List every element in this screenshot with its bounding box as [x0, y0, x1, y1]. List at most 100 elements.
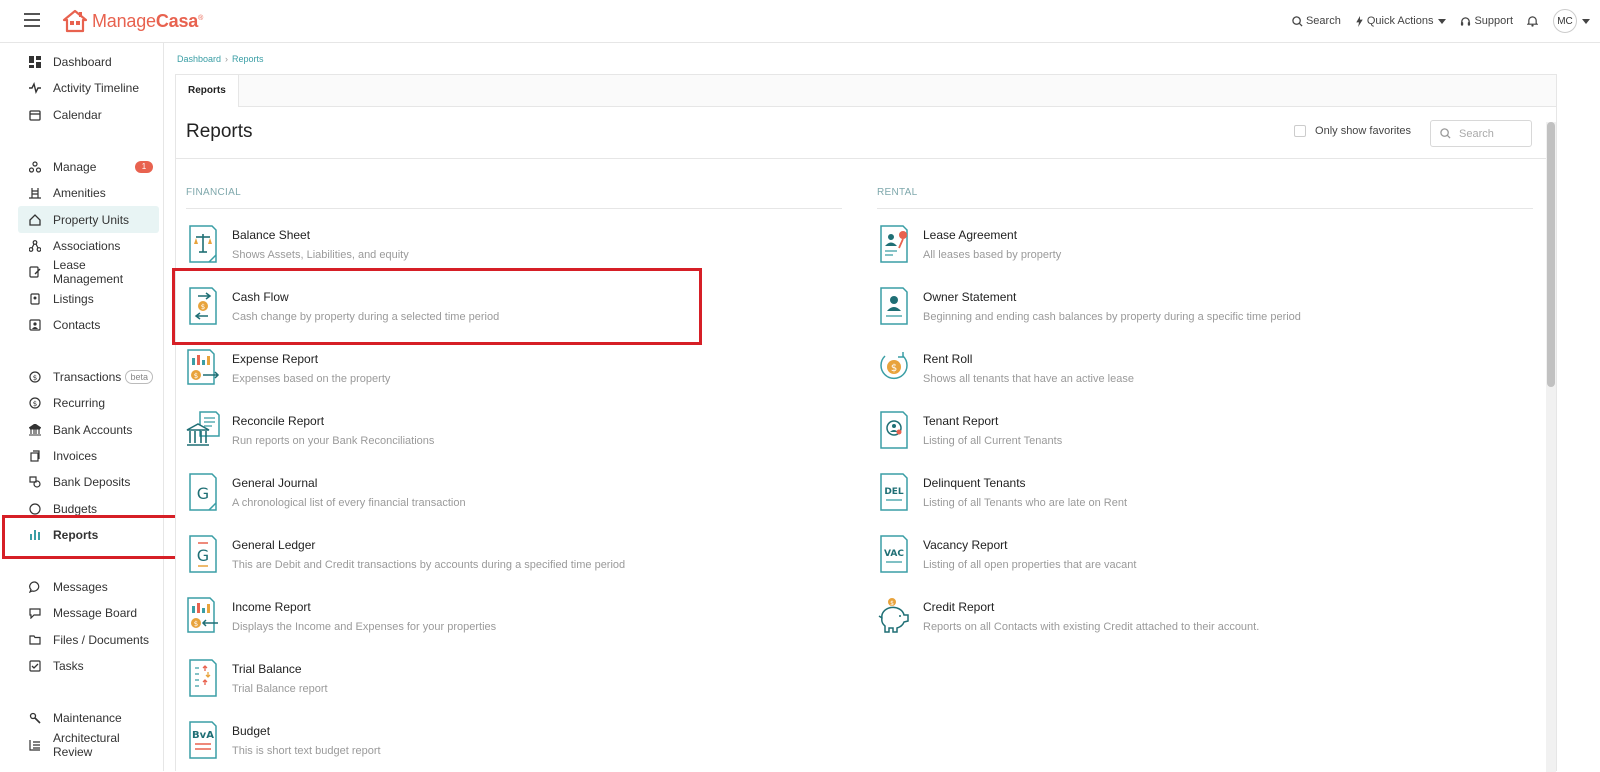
support-link[interactable]: Support [1460, 15, 1513, 27]
tasks-icon [29, 660, 41, 672]
search-icon [1292, 15, 1303, 27]
report-rent-roll[interactable]: $ Rent Roll Shows all tenants that have a… [877, 348, 1134, 398]
calendar-icon [29, 109, 41, 121]
report-title: Income Report [232, 600, 311, 614]
sidebar-item-architectural-review[interactable]: Architectural Review [18, 731, 159, 759]
tab-reports[interactable]: Reports [176, 75, 239, 107]
report-tenant-report[interactable]: Tenant Report Listing of all Current Tena… [877, 410, 1062, 460]
report-trial-balance[interactable]: Trial Balance Trial Balance report [186, 658, 328, 708]
logo[interactable]: ManageCasa® [62, 8, 203, 34]
scrollbar[interactable] [1546, 122, 1556, 772]
sidebar-item-property-units[interactable]: Property Units [18, 206, 159, 233]
report-delinquent-tenants[interactable]: DEL Delinquent Tenants Listing of all Ten… [877, 472, 1127, 522]
report-general-journal[interactable]: G General Journal A chronological list of… [186, 472, 466, 522]
breadcrumb: Dashboard › Reports [177, 54, 264, 64]
report-description: A chronological list of every financial … [232, 497, 466, 509]
income-report-icon: $ [187, 597, 218, 633]
report-title: Expense Report [232, 352, 319, 366]
report-title: Reconcile Report [232, 414, 325, 428]
report-title: Credit Report [923, 600, 995, 614]
sidebar: Dashboard Activity Timeline Calendar Man… [14, 43, 164, 771]
sidebar-item-dashboard[interactable]: Dashboard [18, 49, 159, 75]
sidebar-item-activity-timeline[interactable]: Activity Timeline [18, 75, 159, 101]
scrollbar-thumb[interactable] [1547, 122, 1555, 387]
trial-balance-icon [189, 659, 217, 697]
sidebar-item-manage[interactable]: Manage 1 [18, 154, 159, 180]
brand-name: ManageCasa® [92, 10, 204, 31]
sidebar-item-messages[interactable]: Messages [18, 574, 159, 600]
report-description: Listing of all open properties that are … [923, 559, 1137, 571]
report-lease-agreement[interactable]: Lease Agreement All leases based by prope… [877, 224, 1061, 274]
sidebar-item-files-documents[interactable]: Files / Documents [18, 627, 159, 653]
sidebar-item-amenities[interactable]: Amenities [18, 180, 159, 206]
sidebar-item-message-board[interactable]: Message Board [18, 600, 159, 626]
breadcrumb-dashboard-link[interactable]: Dashboard [177, 54, 221, 64]
report-balance-sheet[interactable]: Balance Sheet Shows Assets, Liabilities, … [186, 224, 409, 274]
sidebar-item-listings[interactable]: Listings [18, 285, 159, 311]
sidebar-item-contacts[interactable]: Contacts [18, 312, 159, 338]
highlight-cash-flow-report [172, 268, 702, 345]
icon-dollar-sign: $ [194, 620, 198, 628]
report-description: Displays the Income and Expenses for you… [232, 621, 497, 633]
sidebar-item-lease-management[interactable]: Lease Management [18, 258, 159, 286]
report-income-report[interactable]: $ Income Report Displays the Income and E… [186, 596, 496, 646]
report-credit-report[interactable]: $ Credit Report Reports on all Contacts w… [877, 596, 1259, 646]
report-title: Lease Agreement [923, 228, 1018, 242]
report-expense-report[interactable]: $ Expense Report Expenses based on the pr… [186, 348, 390, 398]
sidebar-item-calendar[interactable]: Calendar [18, 102, 159, 128]
tenant-report-icon [880, 411, 908, 449]
chevron-down-icon [1438, 18, 1447, 24]
search-link[interactable]: Search [1292, 15, 1341, 27]
sidebar-item-associations[interactable]: Associations [18, 233, 159, 259]
lightning-icon [1356, 15, 1363, 27]
notifications-button[interactable] [1527, 15, 1541, 27]
report-budget[interactable]: BvA Budget This is short text budget repo… [186, 720, 381, 770]
hamburger-menu-icon[interactable] [24, 13, 40, 27]
lease-agreement-icon [880, 225, 908, 263]
dollar-icon: $ [29, 371, 41, 383]
report-title: Balance Sheet [232, 228, 311, 242]
general-journal-icon: G [189, 473, 217, 511]
report-title: Vacancy Report [923, 538, 1008, 552]
report-general-ledger[interactable]: G General Ledger This are Debit and Credi… [186, 534, 625, 584]
report-reconcile-report[interactable]: Reconcile Report Run reports on your Bank… [186, 410, 434, 460]
section-divider [877, 208, 1533, 209]
report-title: Budget [232, 724, 271, 738]
headset-icon [1461, 16, 1471, 26]
report-title: Owner Statement [923, 290, 1017, 304]
budget-report-icon: BvA [189, 721, 217, 759]
user-avatar[interactable]: MC [1553, 9, 1577, 33]
sidebar-item-transactions[interactable]: $ Transactions beta [18, 364, 159, 390]
breadcrumb-current[interactable]: Reports [232, 54, 264, 64]
sidebar-item-tasks[interactable]: Tasks [18, 653, 159, 679]
recurring-icon: $ [29, 397, 41, 410]
sidebar-item-invoices[interactable]: Invoices [18, 443, 159, 469]
report-title: Tenant Report [923, 414, 999, 428]
page-title: Reports [186, 121, 253, 142]
favorites-toggle[interactable]: Only show favorites [1294, 125, 1411, 137]
bank-icon [29, 423, 41, 436]
report-description: All leases based by property [923, 249, 1062, 261]
sidebar-item-recurring[interactable]: $ Recurring [18, 390, 159, 416]
general-ledger-icon: G [189, 535, 217, 573]
house-logo-icon [62, 9, 88, 33]
report-vacancy-report[interactable]: VAC Vacancy Report Listing of all open pr… [877, 534, 1136, 584]
icon-del-text: DEL [884, 487, 904, 497]
reports-panel: Reports Reports Only show favorites Sear… [175, 74, 1557, 772]
activity-icon [29, 82, 41, 95]
report-description: Listing of all Tenants who are late on R… [923, 497, 1128, 509]
lease-icon [29, 266, 41, 278]
reports-search-input[interactable]: Search [1430, 120, 1532, 147]
avatar-chevron-down-icon[interactable] [1582, 18, 1590, 24]
sidebar-item-bank-accounts[interactable]: Bank Accounts [18, 417, 159, 443]
sidebar-item-bank-deposits[interactable]: Bank Deposits [18, 469, 159, 495]
invoice-icon [29, 450, 41, 462]
report-owner-statement[interactable]: Owner Statement Beginning and ending cash… [877, 286, 1301, 336]
sidebar-group-manage: Manage 1 Amenities Property Units Associa… [14, 154, 163, 338]
sidebar-item-maintenance[interactable]: Maintenance [18, 705, 159, 731]
report-title: Rent Roll [923, 352, 973, 366]
quick-actions-menu[interactable]: Quick Actions [1355, 15, 1447, 27]
svg-text:$: $ [33, 374, 37, 382]
piggy-bank-icon: $ [878, 598, 909, 633]
favorites-checkbox[interactable] [1294, 125, 1307, 137]
